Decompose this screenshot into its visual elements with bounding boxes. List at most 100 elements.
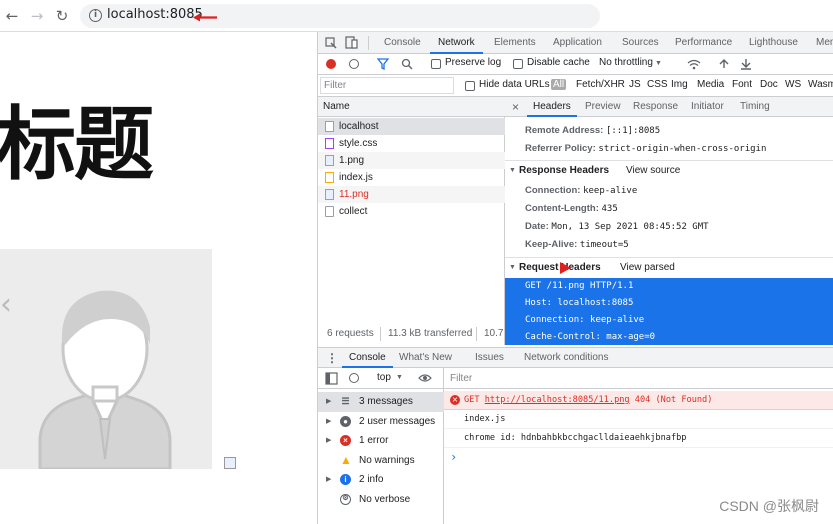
sidebar-item-verbose[interactable]: ⚙ No verbose [318, 490, 444, 510]
request-row[interactable]: collect [318, 203, 505, 220]
filter-type-ws[interactable]: WS [785, 79, 801, 90]
preserve-log-checkbox[interactable] [431, 59, 441, 69]
request-headers-section[interactable]: ▼ Request Headers View parsed [505, 257, 833, 276]
broken-image-icon [224, 457, 236, 469]
tab-lighthouse[interactable]: Lighthouse [749, 32, 798, 54]
red-arrow-annotation-icon [193, 13, 217, 22]
drawer-tab-console[interactable]: Console [342, 348, 393, 368]
eye-icon[interactable] [418, 373, 432, 383]
view-source-link[interactable]: View source [626, 161, 680, 180]
error-url-link[interactable]: http://localhost:8085/11.png [485, 395, 630, 405]
tab-headers[interactable]: Headers [527, 97, 577, 117]
device-toggle-icon[interactable] [345, 36, 358, 49]
sidebar-item-warnings[interactable]: ▲ No warnings [318, 451, 444, 471]
tab-elements[interactable]: Elements [494, 32, 536, 54]
header-key: Content-Length: [525, 203, 599, 214]
tab-preview[interactable]: Preview [585, 97, 621, 117]
tab-console[interactable]: Console [384, 32, 421, 54]
request-row[interactable]: localhost [318, 118, 505, 135]
drawer-tab-network-conditions[interactable]: Network conditions [524, 348, 608, 368]
image-file-icon [325, 155, 334, 166]
context-select[interactable]: top [377, 372, 391, 383]
request-line: Cache-Control: max-age=0 [525, 332, 656, 342]
clear-console-icon[interactable] [349, 373, 359, 383]
sidebar-toggle-icon[interactable] [325, 372, 338, 385]
divider [368, 36, 369, 50]
disable-cache-checkbox[interactable] [513, 59, 523, 69]
tab-network[interactable]: Network [430, 32, 483, 54]
filter-type-media[interactable]: Media [697, 79, 724, 90]
info-icon[interactable]: i [89, 9, 102, 22]
devtools-panel: Console Network Elements Application Sou… [317, 32, 833, 524]
record-icon[interactable] [326, 59, 336, 69]
page-heading: 标题 [0, 98, 154, 191]
drawer-menu-icon[interactable]: ⋮ [326, 348, 338, 368]
console-error-row[interactable]: × GET http://localhost:8085/11.png 404 (… [444, 391, 833, 410]
header-key: Referrer Policy: [525, 143, 596, 154]
divider [476, 327, 477, 341]
upload-icon[interactable] [718, 58, 730, 70]
drawer-tab-issues[interactable]: Issues [475, 348, 504, 368]
chevron-down-icon[interactable]: ▼ [655, 60, 662, 67]
request-row[interactable]: 11.png [318, 186, 505, 203]
tab-initiator[interactable]: Initiator [691, 97, 724, 117]
header-value: [::1]:8085 [605, 126, 661, 136]
request-row[interactable]: style.css [318, 135, 505, 152]
filter-type-wasm[interactable]: Wasm [808, 79, 833, 90]
transferred-size: 11.3 kB transferred [388, 328, 473, 339]
request-row[interactable]: index.js [318, 169, 505, 186]
response-headers-section[interactable]: ▼ Response Headers View source [505, 160, 833, 179]
filter-icon[interactable] [377, 58, 389, 70]
list-icon: ☰ [341, 396, 350, 406]
header-key: Remote Address: [525, 125, 604, 136]
network-filter-input[interactable]: Filter [320, 77, 454, 94]
request-headers-source-selected[interactable]: GET /11.png HTTP/1.1 Host: localhost:808… [505, 278, 833, 345]
carousel-prev-icon[interactable]: ‹ [0, 290, 12, 320]
request-name: collect [339, 206, 368, 217]
tab-timing[interactable]: Timing [740, 97, 770, 117]
console-filter-input[interactable]: Filter [450, 373, 472, 384]
tab-performance[interactable]: Performance [675, 32, 732, 54]
header-value: timeout=5 [579, 240, 629, 250]
divider [380, 327, 381, 341]
search-icon[interactable] [401, 58, 413, 70]
filter-type-font[interactable]: Font [732, 79, 752, 90]
drawer-tab-whats-new[interactable]: What's New [399, 348, 452, 368]
image-file-icon [325, 189, 334, 200]
chevron-down-icon[interactable]: ▼ [396, 374, 403, 381]
console-prompt[interactable]: › [444, 448, 833, 467]
tab-application[interactable]: Application [553, 32, 602, 54]
response-header-row: Date: Mon, 13 Sep 2021 08:45:52 GMT [525, 221, 709, 232]
throttling-select[interactable]: No throttling [599, 57, 653, 68]
forward-icon[interactable]: → [28, 7, 46, 25]
view-parsed-link[interactable]: View parsed [620, 258, 675, 277]
header-value: keep-alive [583, 186, 638, 196]
filter-type-img[interactable]: Img [671, 79, 688, 90]
sidebar-item-errors[interactable]: ▶ × 1 error [318, 431, 444, 451]
sidebar-item-messages[interactable]: ▶ ☰ 3 messages [318, 392, 444, 412]
download-icon[interactable] [740, 58, 752, 70]
reload-icon[interactable]: ↻ [53, 7, 71, 25]
tab-response[interactable]: Response [633, 97, 678, 117]
request-row[interactable]: 1.png [318, 152, 505, 169]
name-column-header[interactable]: Name [318, 97, 505, 117]
address-url[interactable]: localhost:8085 [107, 7, 203, 22]
close-icon[interactable]: × [512, 97, 519, 117]
back-icon[interactable]: ← [3, 7, 21, 25]
address-bar[interactable]: i localhost:8085 [80, 4, 600, 28]
filter-type-fetch-xhr[interactable]: Fetch/XHR [576, 79, 625, 90]
clear-icon[interactable] [349, 59, 359, 69]
sidebar-item-info[interactable]: ▶ i 2 info [318, 470, 444, 490]
tab-memory[interactable]: Mem [816, 32, 833, 54]
hide-data-urls-checkbox[interactable] [465, 81, 475, 91]
filter-type-js[interactable]: JS [629, 79, 641, 90]
filter-type-css[interactable]: CSS [647, 79, 668, 90]
inspect-element-icon[interactable] [325, 37, 337, 49]
tab-sources[interactable]: Sources [622, 32, 659, 54]
error-icon: × [450, 395, 460, 405]
expand-triangle-icon: ▼ [509, 167, 516, 174]
network-conditions-icon[interactable] [687, 58, 701, 70]
filter-type-all[interactable]: All [551, 79, 567, 90]
sidebar-item-user-messages[interactable]: ▶ ● 2 user messages [318, 412, 444, 432]
filter-type-doc[interactable]: Doc [760, 79, 778, 90]
